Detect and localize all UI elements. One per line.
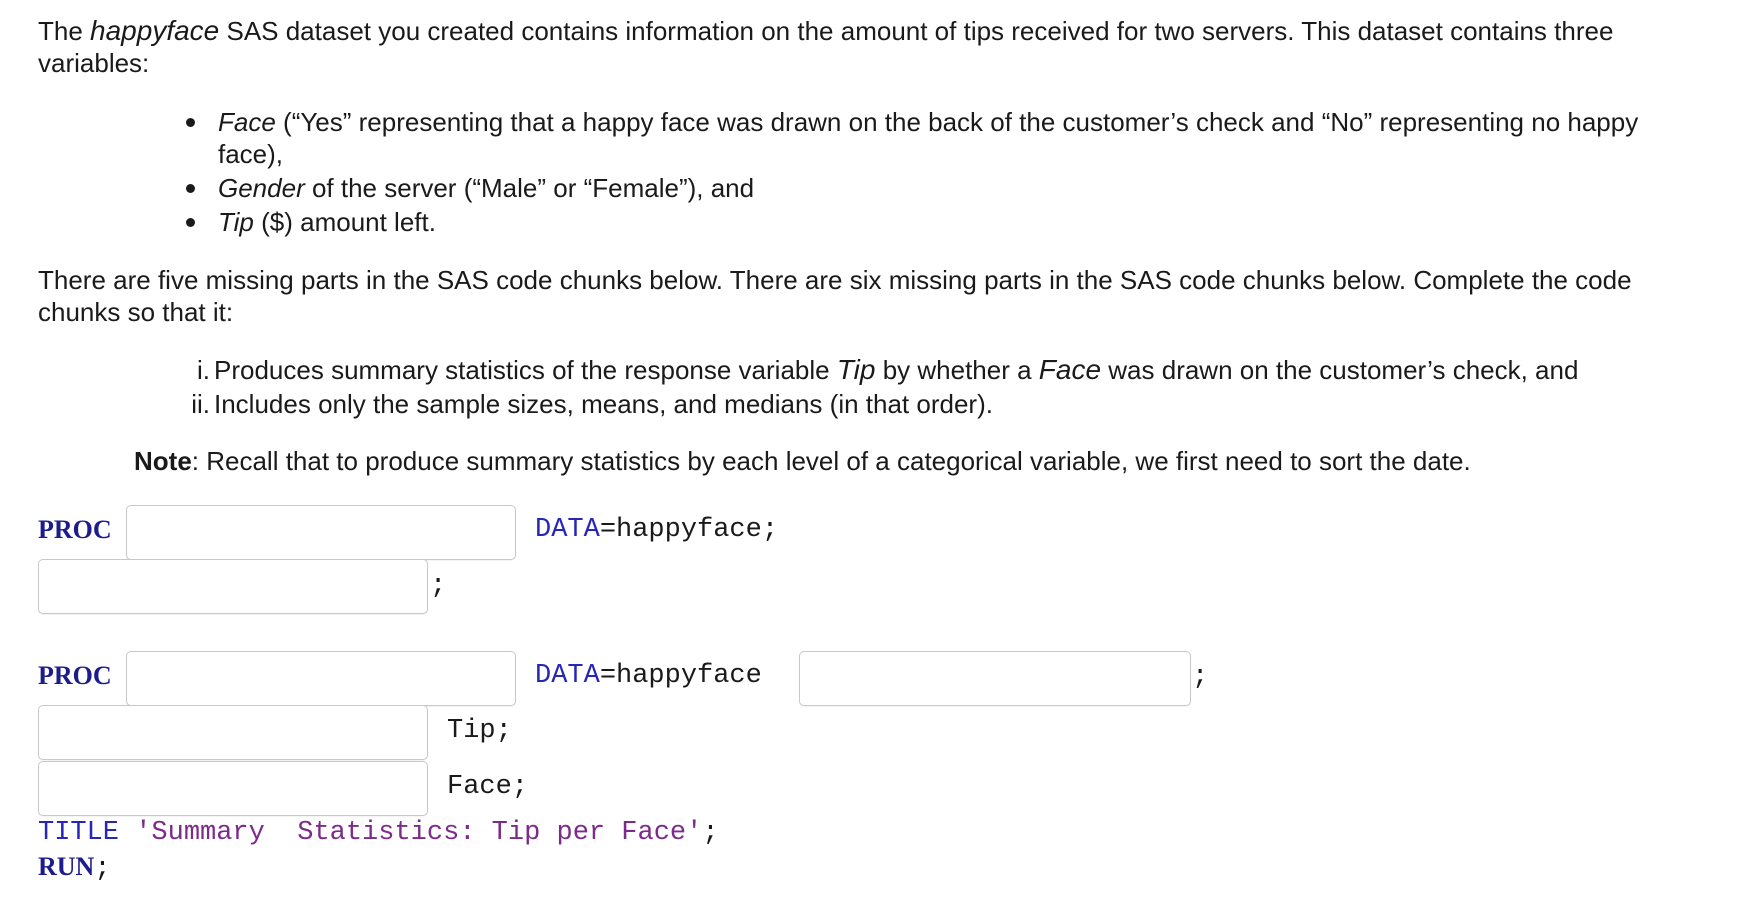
requirement-text: was drawn on the customer’s check, and xyxy=(1101,355,1579,385)
data-value: =happyface; xyxy=(599,515,779,545)
class-statement-blank[interactable] xyxy=(38,761,428,816)
list-item: i. Produces summary statistics of the re… xyxy=(186,353,1578,387)
bullet-icon xyxy=(186,184,195,193)
note-label: Note xyxy=(134,446,192,476)
variable-name: Face xyxy=(218,107,276,137)
instructions-paragraph: There are five missing parts in the SAS … xyxy=(38,265,1632,327)
variable-list: Face (“Yes” representing that a happy fa… xyxy=(180,106,1700,240)
options-blank[interactable] xyxy=(799,651,1191,706)
variable-description: ($) amount left. xyxy=(253,207,436,237)
note-text: : Recall that to produce summary statist… xyxy=(191,446,1471,476)
title-statement: TITLE 'Summary Statistics: Tip per Face'… xyxy=(38,817,719,849)
data-keyword: DATA xyxy=(535,661,600,691)
semicolon: ; xyxy=(1192,662,1209,692)
list-number: ii. xyxy=(191,389,210,419)
data-keyword: DATA xyxy=(535,515,600,545)
note: Note: Recall that to produce summary sta… xyxy=(134,445,1471,477)
semicolon: ; xyxy=(94,854,111,884)
intro-part1: The xyxy=(38,16,91,46)
intro-part2: SAS dataset you created contains informa… xyxy=(38,16,1614,78)
requirements-list: i. Produces summary statistics of the re… xyxy=(186,353,1578,421)
data-statement-1: DATA=happyface; xyxy=(535,514,778,546)
list-number: i. xyxy=(197,355,210,385)
var-statement-blank[interactable] xyxy=(38,705,428,760)
by-statement-blank[interactable] xyxy=(38,559,428,614)
intro-paragraph: The happyface SAS dataset you created co… xyxy=(38,15,1718,79)
proc-name-blank-1[interactable] xyxy=(126,505,516,560)
data-statement-2: DATA=happyface xyxy=(535,660,762,692)
list-item: Gender of the server (“Male” or “Female”… xyxy=(180,172,1700,204)
variable-name: Gender xyxy=(218,173,305,203)
title-keyword: TITLE xyxy=(38,818,120,848)
variable-name: Tip xyxy=(836,354,876,385)
semicolon: ; xyxy=(702,818,719,848)
bullet-icon xyxy=(186,118,195,127)
variable-name: Face xyxy=(1038,354,1102,385)
data-value: =happyface xyxy=(599,661,762,691)
run-keyword: RUN xyxy=(38,852,95,881)
requirement-text: by whether a xyxy=(875,355,1039,385)
variable-description: (“Yes” representing that a happy face wa… xyxy=(218,107,1639,169)
list-item: Tip ($) amount left. xyxy=(180,206,1700,238)
list-item: ii. Includes only the sample sizes, mean… xyxy=(186,387,1578,421)
semicolon: ; xyxy=(430,571,447,601)
variable-description: of the server (“Male” or “Female”), and xyxy=(304,173,755,203)
bullet-icon xyxy=(186,218,195,227)
face-variable: Face; xyxy=(447,772,529,802)
proc-name-blank-2[interactable] xyxy=(126,651,516,706)
title-string: 'Summary Statistics: Tip per Face' xyxy=(135,818,703,848)
dataset-name: happyface xyxy=(90,15,220,46)
run-statement: RUN; xyxy=(38,851,111,885)
requirement-text: Produces summary statistics of the respo… xyxy=(214,355,837,385)
requirement-text: Includes only the sample sizes, means, a… xyxy=(214,389,993,419)
list-item: Face (“Yes” representing that a happy fa… xyxy=(180,106,1700,170)
proc-keyword: PROC xyxy=(38,515,112,544)
variable-name: Tip xyxy=(218,207,254,237)
tip-variable: Tip; xyxy=(447,716,512,746)
proc-keyword: PROC xyxy=(38,661,112,690)
